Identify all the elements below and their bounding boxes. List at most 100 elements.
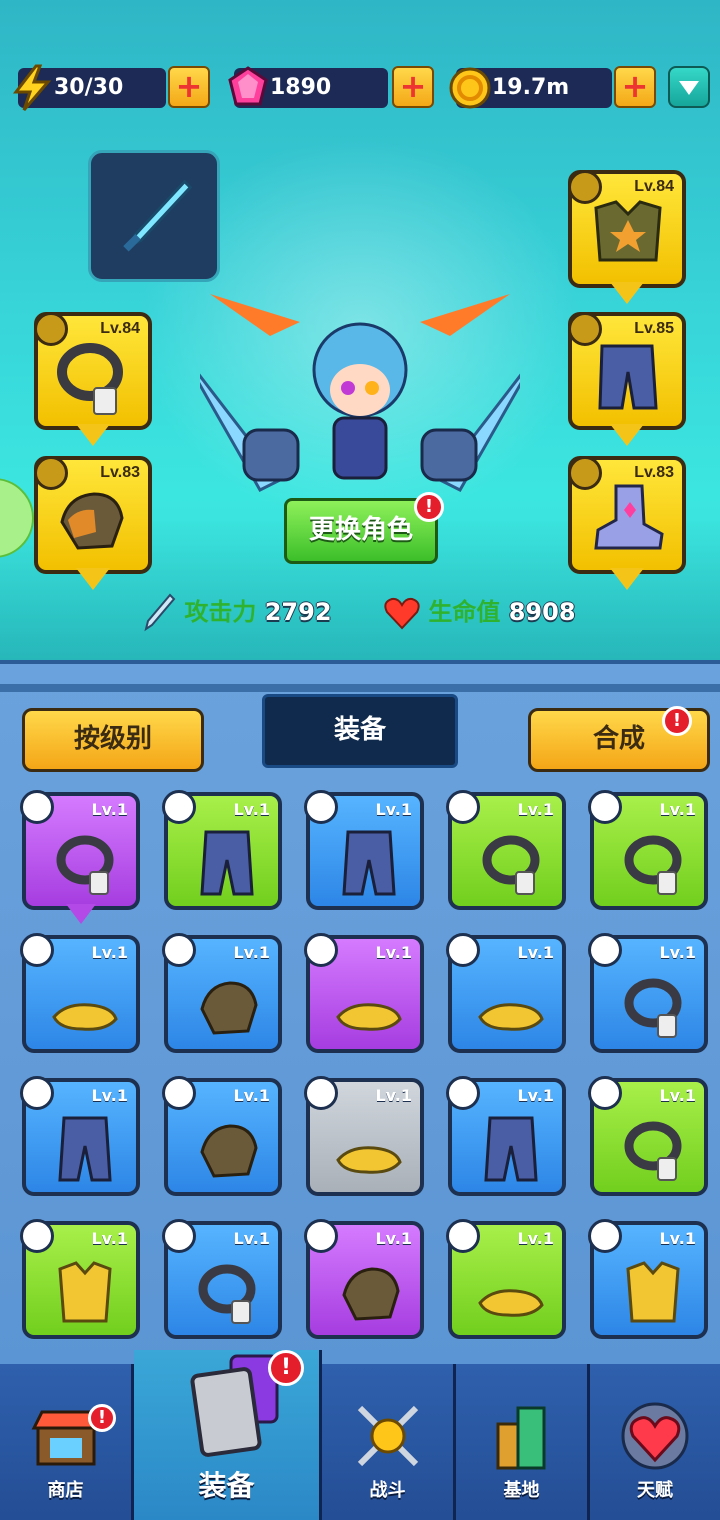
equipment-item[interactable]: Lv.1 [588, 1219, 708, 1339]
nav-battle[interactable]: 战斗 [322, 1364, 456, 1520]
add-energy-button[interactable]: + [168, 66, 210, 108]
sword-icon [144, 593, 176, 632]
pants-icon [342, 830, 396, 896]
shoes-slot[interactable]: Lv.83 [568, 456, 686, 590]
equipment-item[interactable]: Lv.1 [446, 1076, 566, 1196]
glove-icon [342, 1267, 400, 1321]
add-gems-button[interactable]: + [392, 66, 434, 108]
item-level: Lv.1 [375, 800, 412, 819]
equipment-item[interactable]: Lv.1 [446, 790, 566, 910]
armor-icon [58, 1261, 112, 1323]
item-level: Lv.1 [91, 1229, 128, 1248]
change-character-alert-icon: ! [414, 492, 444, 522]
equipment-item[interactable]: Lv.1 [162, 790, 282, 910]
shoe-icon [478, 1289, 544, 1317]
slot-type-badge-icon [588, 1219, 622, 1253]
item-level: Lv.1 [517, 943, 554, 962]
slot-type-badge-icon [588, 1076, 622, 1110]
nav-equipment[interactable]: ! 装备 [134, 1350, 322, 1520]
energy-value: 30/30 [54, 75, 124, 100]
necklace-icon [624, 1121, 682, 1181]
slot-pin-icon [610, 424, 644, 446]
slot-type-badge-icon [20, 933, 54, 967]
gloves-slot[interactable]: Lv.83 [34, 456, 152, 590]
slot-type-badge-icon [162, 1219, 196, 1253]
item-level: Lv.1 [375, 943, 412, 962]
armor-level: Lv.84 [634, 178, 674, 195]
heart-shield-icon [621, 1402, 689, 1470]
hp-value: 8908 [508, 598, 576, 626]
equipment-item[interactable]: Lv.1 [446, 1219, 566, 1339]
slot-type-badge-icon [162, 790, 196, 824]
nav-equipment-label: 装备 [198, 1469, 255, 1502]
sort-by-level-button[interactable]: 按级别 [22, 708, 204, 772]
shoes-level: Lv.83 [634, 464, 674, 481]
equipment-item[interactable]: Lv.1 [588, 790, 708, 910]
equipment-item[interactable]: Lv.1 [20, 790, 140, 924]
item-level: Lv.1 [233, 943, 270, 962]
energy-counter: 30/30 [12, 64, 166, 111]
nav-shop-label: 商店 [47, 1480, 84, 1501]
gem-value: 1890 [270, 75, 332, 100]
weapon-slot[interactable] [88, 150, 220, 282]
item-level: Lv.1 [659, 1229, 696, 1248]
slot-type-badge-icon [446, 1076, 480, 1110]
equipment-item[interactable]: Lv.1 [20, 1076, 140, 1196]
coin-counter: 19.7m [449, 67, 612, 109]
nav-talent[interactable]: 天赋 [590, 1364, 720, 1520]
equipped-pin-icon [66, 904, 96, 924]
equipment-item[interactable]: Lv.1 [162, 1219, 282, 1339]
item-level: Lv.1 [659, 943, 696, 962]
slot-pin-icon [610, 282, 644, 304]
necklace-slot[interactable]: Lv.84 [34, 312, 152, 446]
bottom-nav: ! 商店 ! 装备 战斗 基地 天赋 [0, 1350, 720, 1520]
shoes-badge-icon [568, 456, 602, 490]
equipment-item[interactable]: Lv.1 [588, 933, 708, 1053]
settings-dropdown-button[interactable] [668, 66, 710, 108]
add-coins-button[interactable]: + [614, 66, 656, 108]
attack-stat: 攻击力 2792 [142, 592, 332, 632]
tab-equipment[interactable]: 装备 [262, 694, 458, 768]
coin-icon [449, 67, 491, 109]
shoe-icon [478, 1003, 544, 1031]
pants-slot[interactable]: Lv.85 [568, 312, 686, 446]
equipment-item[interactable]: Lv.1 [304, 933, 424, 1053]
item-level: Lv.1 [517, 800, 554, 819]
slot-type-badge-icon [588, 790, 622, 824]
panel-divider [0, 684, 720, 692]
equipment-item[interactable]: Lv.1 [304, 1219, 424, 1339]
gem-icon [228, 66, 268, 106]
armor-slot[interactable]: Lv.84 [568, 170, 686, 304]
heart-icon [384, 597, 420, 630]
necklace-icon [624, 835, 682, 895]
equipment-item[interactable]: Lv.1 [304, 790, 424, 910]
item-level: Lv.1 [91, 943, 128, 962]
inventory-panel: 按级别 装备 合成 ! Lv.1 Lv.1 Lv.1 Lv.1 Lv.1 Lv.1 Lv.1… [0, 660, 720, 1364]
necklace-icon [56, 835, 114, 895]
equipment-item[interactable]: Lv.1 [20, 1219, 140, 1339]
necklace-icon [624, 978, 682, 1038]
shoe-icon [52, 1003, 118, 1031]
slot-type-badge-icon [446, 790, 480, 824]
equipment-item[interactable]: Lv.1 [162, 1076, 282, 1196]
necklace-icon [482, 835, 540, 895]
pants-icon [200, 830, 254, 896]
item-level: Lv.1 [233, 1086, 270, 1105]
equipment-item[interactable]: Lv.1 [304, 1076, 424, 1196]
armor-icon [626, 1261, 680, 1323]
sort-label: 按级别 [73, 724, 152, 754]
equipment-item[interactable]: Lv.1 [446, 933, 566, 1053]
hero-panel: 30/30 + 1890 + 19.7m + Lv.84 Lv.83 Lv.84… [0, 0, 720, 660]
equipment-item[interactable]: Lv.1 [588, 1076, 708, 1196]
slot-type-badge-icon [162, 933, 196, 967]
slot-type-badge-icon [20, 790, 54, 824]
slot-type-badge-icon [20, 1219, 54, 1253]
shop-alert-icon: ! [88, 1404, 116, 1432]
necklace-level: Lv.84 [100, 320, 140, 337]
nav-shop[interactable]: ! 商店 [0, 1364, 134, 1520]
slot-type-badge-icon [304, 1076, 338, 1110]
shoe-icon [336, 1146, 402, 1174]
equipment-item[interactable]: Lv.1 [162, 933, 282, 1053]
nav-base[interactable]: 基地 [456, 1364, 590, 1520]
equipment-item[interactable]: Lv.1 [20, 933, 140, 1053]
